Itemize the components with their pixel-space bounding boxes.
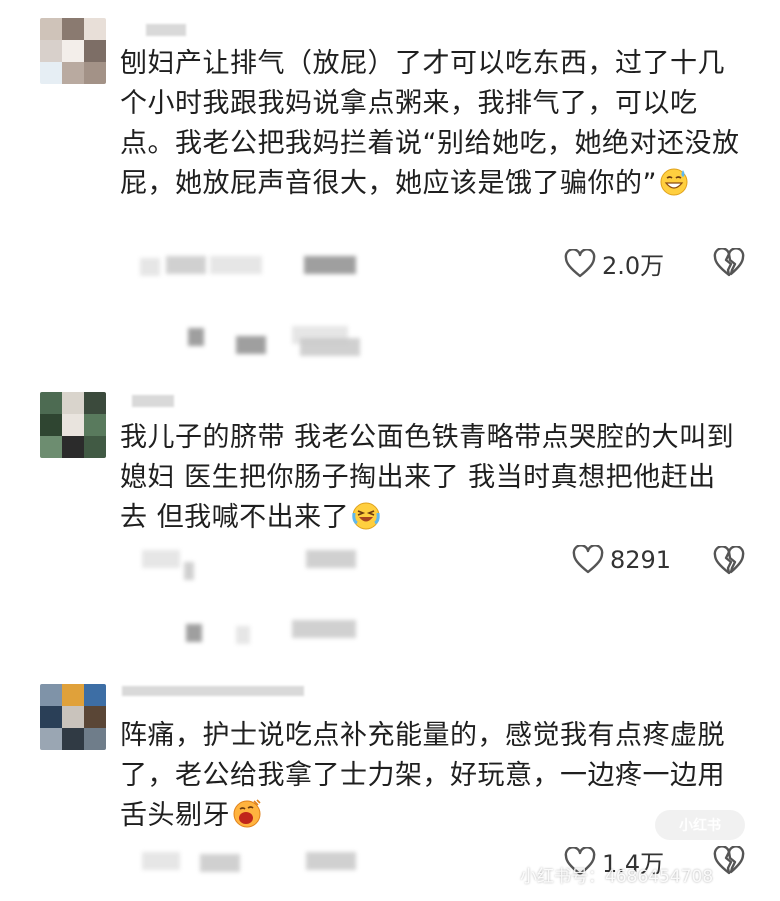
- like-count: 2.0万: [602, 252, 665, 280]
- reply-button[interactable]: [306, 852, 356, 870]
- comment-meta: [184, 562, 194, 580]
- comment-text: 我儿子的脐带 我老公面色铁青略带点哭腔的大叫到 媳妇 医生把你肠子掏出来了 我当…: [120, 422, 744, 533]
- dislike-button[interactable]: [712, 845, 746, 880]
- like-button[interactable]: 2.0万: [564, 246, 664, 281]
- like-count: 8291: [610, 546, 672, 574]
- dislike-button[interactable]: [712, 247, 746, 282]
- reply-meta: [186, 624, 202, 642]
- avatar[interactable]: [40, 684, 106, 750]
- comment-text: 刨妇产让排气（放屁）了才可以吃东西，过了十几个小时我跟我妈说拿点粥来，我排气了，…: [120, 48, 740, 199]
- crying-laughing-emoji: [351, 501, 381, 531]
- reply-meta: [292, 620, 356, 638]
- avatar[interactable]: [40, 18, 106, 84]
- username[interactable]: [146, 24, 186, 36]
- reply-meta: [188, 328, 204, 346]
- reply-meta: [236, 626, 250, 644]
- broken-heart-icon: [713, 247, 745, 277]
- watermark-text: 小红书号：4686454708: [520, 867, 714, 887]
- comment-meta: [140, 258, 160, 276]
- reply-meta: [236, 336, 266, 354]
- comment-meta: [142, 550, 180, 568]
- comment-text: 阵痛，护士说吃点补充能量的，感觉我有点疼虚脱了，老公给我拿了士力架，好玩意，一边…: [120, 720, 725, 831]
- comment-actions: 8291: [0, 540, 780, 580]
- broken-heart-icon: [713, 845, 745, 875]
- like-button[interactable]: 8291: [572, 545, 671, 575]
- avatar[interactable]: [40, 392, 106, 458]
- watermark-logo: 小红书: [655, 810, 745, 840]
- comment-actions: 2.0万: [0, 244, 780, 284]
- username[interactable]: [122, 686, 304, 696]
- comment-meta: [142, 852, 180, 870]
- comment-meta: [200, 854, 240, 872]
- reply-meta: [300, 338, 360, 356]
- broken-heart-icon: [713, 545, 745, 575]
- reply-button[interactable]: [304, 256, 356, 274]
- yawning-emoji: [232, 799, 262, 829]
- comment-meta: [166, 256, 206, 274]
- heart-outline-icon: [572, 545, 604, 574]
- username[interactable]: [132, 395, 174, 407]
- dislike-button[interactable]: [712, 545, 746, 580]
- reply-button[interactable]: [306, 550, 356, 568]
- reply-preview[interactable]: [0, 322, 780, 356]
- comment-meta: [210, 256, 262, 274]
- reply-preview[interactable]: [0, 616, 780, 646]
- heart-outline-icon: [564, 248, 596, 277]
- sweat-grin-emoji: [659, 167, 689, 197]
